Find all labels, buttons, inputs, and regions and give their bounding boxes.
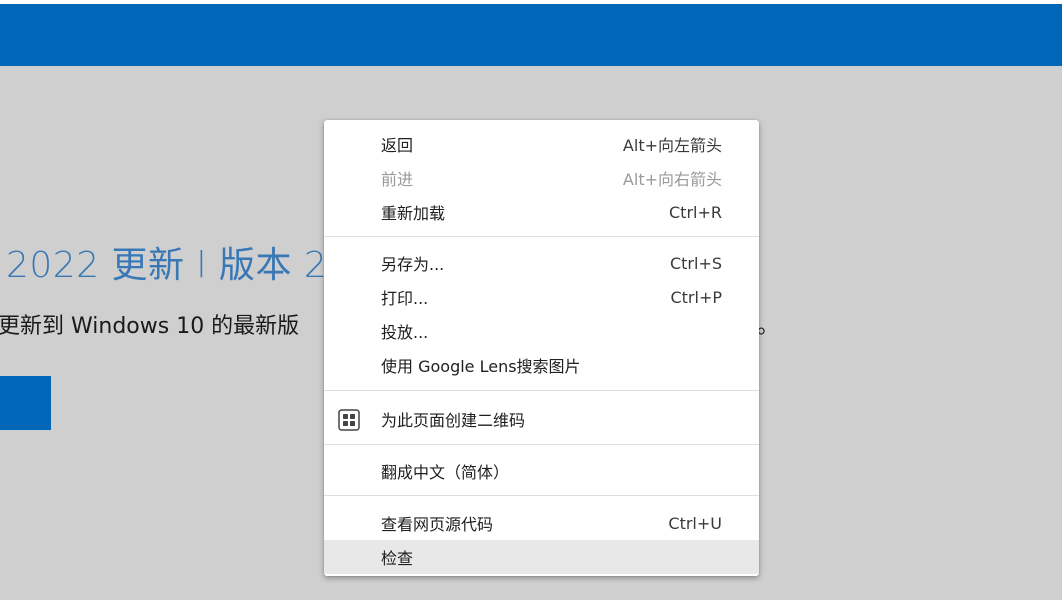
menu-separator <box>324 390 759 391</box>
menu-separator <box>324 236 759 237</box>
page-description: 更新到 Windows 10 的最新版 <box>0 314 300 339</box>
menu-item-label: 另存为... <box>381 255 445 274</box>
menu-item-shortcut: Alt+向左箭头 <box>622 136 722 155</box>
menu-item-shortcut: Ctrl+R <box>669 202 722 222</box>
page-heading: 2022 更新 l 版本 2 <box>6 245 328 286</box>
menu-item-inspect[interactable]: 检查 <box>324 540 759 574</box>
menu-item-label: 翻成中文（简体） <box>381 463 510 482</box>
menu-item-shortcut: Ctrl+S <box>669 253 722 273</box>
description-trailing-text: 。 <box>757 314 780 339</box>
menu-item-back[interactable]: 返回 Alt+向左箭头 <box>324 127 759 161</box>
menu-item-label: 检查 <box>381 549 414 568</box>
menu-item-shortcut: Ctrl+U <box>668 513 722 533</box>
menu-item-label: 返回 <box>381 136 414 155</box>
qr-code-icon <box>338 409 360 431</box>
menu-item-save-as[interactable]: 另存为... Ctrl+S <box>324 246 759 280</box>
menu-item-shortcut: Ctrl+P <box>670 287 722 307</box>
menu-item-view-source[interactable]: 查看网页源代码 Ctrl+U <box>324 506 759 540</box>
header-banner <box>0 4 1062 66</box>
menu-separator <box>324 444 759 445</box>
menu-item-label: 查看网页源代码 <box>381 515 494 534</box>
menu-item-google-lens[interactable]: 使用 Google Lens搜索图片 <box>324 348 759 382</box>
menu-item-forward[interactable]: 前进 Alt+向右箭头 <box>324 161 759 195</box>
menu-item-label: 为此页面创建二维码 <box>381 411 526 430</box>
menu-separator <box>324 495 759 496</box>
menu-item-print[interactable]: 打印... Ctrl+P <box>324 280 759 314</box>
menu-item-shortcut: Alt+向右箭头 <box>622 170 722 189</box>
menu-item-create-qr-code[interactable]: 为此页面创建二维码 <box>324 402 759 436</box>
menu-item-label: 重新加载 <box>381 204 446 223</box>
menu-item-label: 投放... <box>381 323 429 342</box>
menu-item-label: 使用 Google Lens搜索图片 <box>381 357 581 376</box>
menu-item-label: 打印... <box>381 289 429 308</box>
update-button[interactable] <box>0 376 51 430</box>
menu-item-reload[interactable]: 重新加载 Ctrl+R <box>324 195 759 229</box>
menu-item-translate[interactable]: 翻成中文（简体） <box>324 454 759 488</box>
menu-item-cast[interactable]: 投放... <box>324 314 759 348</box>
context-menu: 返回 Alt+向左箭头 前进 Alt+向右箭头 重新加载 Ctrl+R 另存为.… <box>324 120 759 576</box>
menu-item-label: 前进 <box>381 170 414 189</box>
